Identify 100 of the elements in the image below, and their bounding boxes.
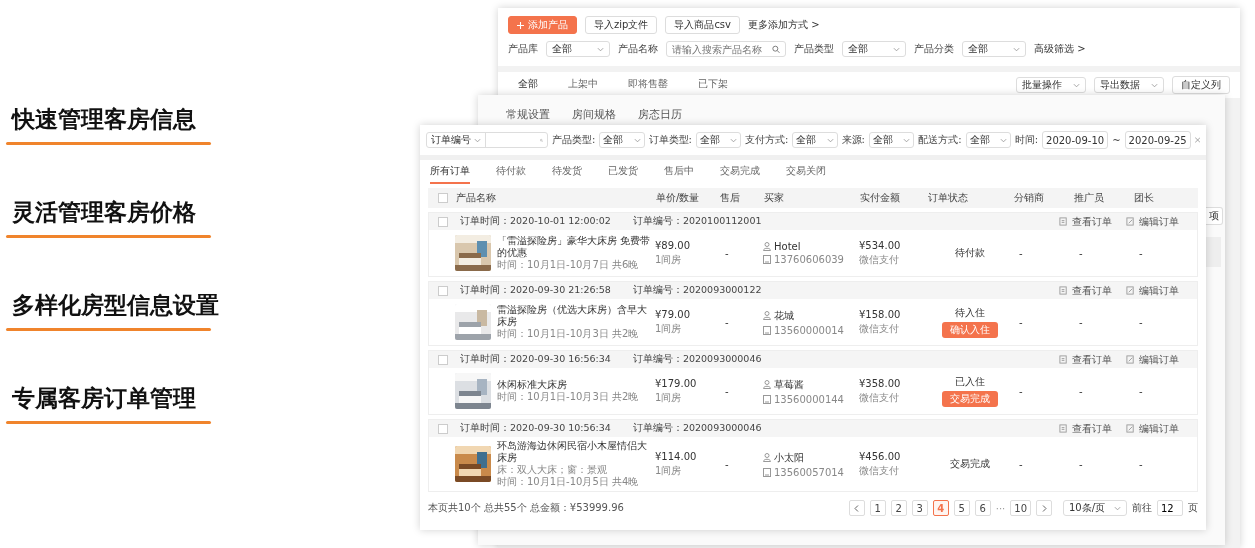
filter-select[interactable]: 全部 xyxy=(965,132,1011,148)
phone-icon xyxy=(763,467,771,477)
buyer-name: 小太阳 xyxy=(774,450,804,465)
person-icon xyxy=(763,380,771,389)
order-search-field[interactable]: 订单编号 xyxy=(426,132,548,148)
checkbox[interactable] xyxy=(438,285,448,296)
checkbox[interactable] xyxy=(438,216,448,227)
table-cell-text: - xyxy=(1018,316,1024,328)
columns-button[interactable]: 自定义列 xyxy=(1172,76,1230,94)
page-input[interactable]: 12 xyxy=(1157,500,1183,516)
filter-label: 产品分类 xyxy=(914,42,954,56)
options-button[interactable]: 项 xyxy=(1206,207,1223,225)
checkbox[interactable] xyxy=(438,354,448,365)
feature-title: 灵活管理客房价格 xyxy=(11,198,196,227)
order-time: 订单时间：2020-09-30 16:56:34 xyxy=(460,353,611,366)
tab[interactable]: 待发货 xyxy=(552,160,582,184)
tab[interactable]: 房间规格 xyxy=(572,107,616,122)
quantity: 1间房 xyxy=(655,390,682,405)
date-field[interactable]: 2020-09-25 xyxy=(1124,131,1191,149)
edit-order-link[interactable]: 编辑订单 xyxy=(1139,283,1179,298)
filter-label: 配送方式: xyxy=(918,133,962,147)
checkbox[interactable] xyxy=(438,193,448,203)
table-cell-text: - xyxy=(1018,247,1024,259)
action-select[interactable]: 批量操作 xyxy=(1016,77,1086,93)
view-order-link[interactable]: 查看订单 xyxy=(1072,214,1112,229)
order-number: 订单编号：2020093000046 xyxy=(632,422,762,435)
product-name[interactable]: 雷溢探险房（优选大床房）含早大床房 xyxy=(497,304,655,328)
edit-order-link[interactable]: 编辑订单 xyxy=(1139,352,1179,367)
caret-icon xyxy=(893,46,900,52)
filter-select[interactable]: 全部 xyxy=(962,41,1026,57)
buyer-phone: 13560000144 xyxy=(774,393,844,405)
tab[interactable]: 售后中 xyxy=(664,160,694,184)
tab[interactable]: 所有订单 xyxy=(430,160,470,184)
page-summary: 本页共10个 总共55个 总金额：¥53999.96 xyxy=(428,501,624,515)
search-field[interactable]: 请输入搜索产品名称 xyxy=(666,41,786,57)
filter-select[interactable]: 全部 xyxy=(695,132,742,148)
tab[interactable]: 已发货 xyxy=(608,160,638,184)
tab[interactable]: 已下架 xyxy=(698,72,728,98)
more-link[interactable]: 更多添加方式 > xyxy=(748,18,820,32)
column-header: 买家 xyxy=(764,191,785,205)
buyer-phone: 13760606039 xyxy=(774,254,844,265)
tab[interactable]: 常规设置 xyxy=(506,107,550,122)
edit-order-link[interactable]: 编辑订单 xyxy=(1139,421,1179,436)
filter-label: 来源: xyxy=(841,133,865,147)
import-button[interactable]: 导入zip文件 xyxy=(585,16,658,34)
filter-select[interactable]: 全部 xyxy=(546,41,610,57)
page-button[interactable]: 6 xyxy=(974,500,991,516)
room-detail: 床：双人大床；窗：景观 xyxy=(497,464,608,476)
feature-title: 专属客房订单管理 xyxy=(11,384,196,413)
column-header: 售后 xyxy=(720,191,741,205)
table-cell-text: - xyxy=(1018,458,1024,470)
view-order-link[interactable]: 查看订单 xyxy=(1072,283,1112,298)
column-header: 产品名称 xyxy=(456,191,497,205)
previous-page-button[interactable] xyxy=(848,500,865,516)
paid-amount: ¥358.00 xyxy=(859,377,901,389)
edit-order-link[interactable]: 编辑订单 xyxy=(1139,214,1179,229)
order-number: 订单编号：2020093000046 xyxy=(632,353,762,366)
caret-icon xyxy=(633,137,641,143)
page-size-select[interactable]: 10条/页 xyxy=(1063,500,1127,516)
page-button[interactable]: 10 xyxy=(1010,500,1031,516)
product-name[interactable]: 「雷溢探险房」豪华大床房 免费带的优惠 xyxy=(497,235,655,259)
product-name[interactable]: 休闲标准大床房 xyxy=(497,379,639,391)
next-page-button[interactable] xyxy=(1036,500,1052,516)
close-icon[interactable] xyxy=(1194,137,1200,143)
edit-icon xyxy=(1126,286,1135,295)
action-select[interactable]: 导出数据 xyxy=(1094,77,1164,93)
payment-method: 微信支付 xyxy=(859,463,899,478)
page-button[interactable]: 3 xyxy=(911,500,928,516)
stay-dates: 时间：10月1日-10月5日 共4晚 xyxy=(497,476,640,488)
tab[interactable]: 待付款 xyxy=(496,160,526,184)
tab[interactable]: 上架中 xyxy=(568,72,598,98)
search-icon xyxy=(771,44,780,54)
date-field[interactable]: 2020-09-10 xyxy=(1042,131,1109,149)
checkbox[interactable] xyxy=(438,423,448,434)
page-button[interactable]: 2 xyxy=(890,500,907,516)
person-icon xyxy=(763,453,771,462)
order-time: 订单时间：2020-09-30 21:26:58 xyxy=(460,284,611,297)
tab[interactable]: 交易关闭 xyxy=(786,160,826,184)
import-button[interactable]: 导入商品csv xyxy=(665,16,740,34)
unit-price: ¥89.00 xyxy=(655,239,690,251)
tab[interactable]: 即将售罄 xyxy=(628,72,668,98)
goto-label: 前往 xyxy=(1132,501,1152,515)
filter-select[interactable]: 全部 xyxy=(599,132,645,148)
filter-select[interactable]: 全部 xyxy=(868,132,915,148)
view-order-link[interactable]: 查看订单 xyxy=(1072,421,1112,436)
edit-icon xyxy=(1126,355,1135,364)
filter-select[interactable]: 全部 xyxy=(842,41,906,57)
caret-icon xyxy=(999,137,1007,143)
column-header: 团长 xyxy=(1134,191,1155,205)
filter-label: 产品类型 xyxy=(794,42,834,56)
document-icon xyxy=(1059,355,1068,364)
filter-select[interactable]: 全部 xyxy=(792,132,838,148)
page-button[interactable]: 1 xyxy=(869,500,886,516)
view-order-link[interactable]: 查看订单 xyxy=(1072,352,1112,367)
product-name[interactable]: 环岛游海边休闲民宿小木屋情侣大床房 xyxy=(497,440,655,464)
search-type-select[interactable]: 订单编号 xyxy=(431,133,471,147)
tab[interactable]: 交易完成 xyxy=(720,160,760,184)
page-button[interactable]: 5 xyxy=(953,500,970,516)
advanced-filter-link[interactable]: 高级筛选 > xyxy=(1034,42,1086,56)
tab[interactable]: 房态日历 xyxy=(638,107,682,122)
